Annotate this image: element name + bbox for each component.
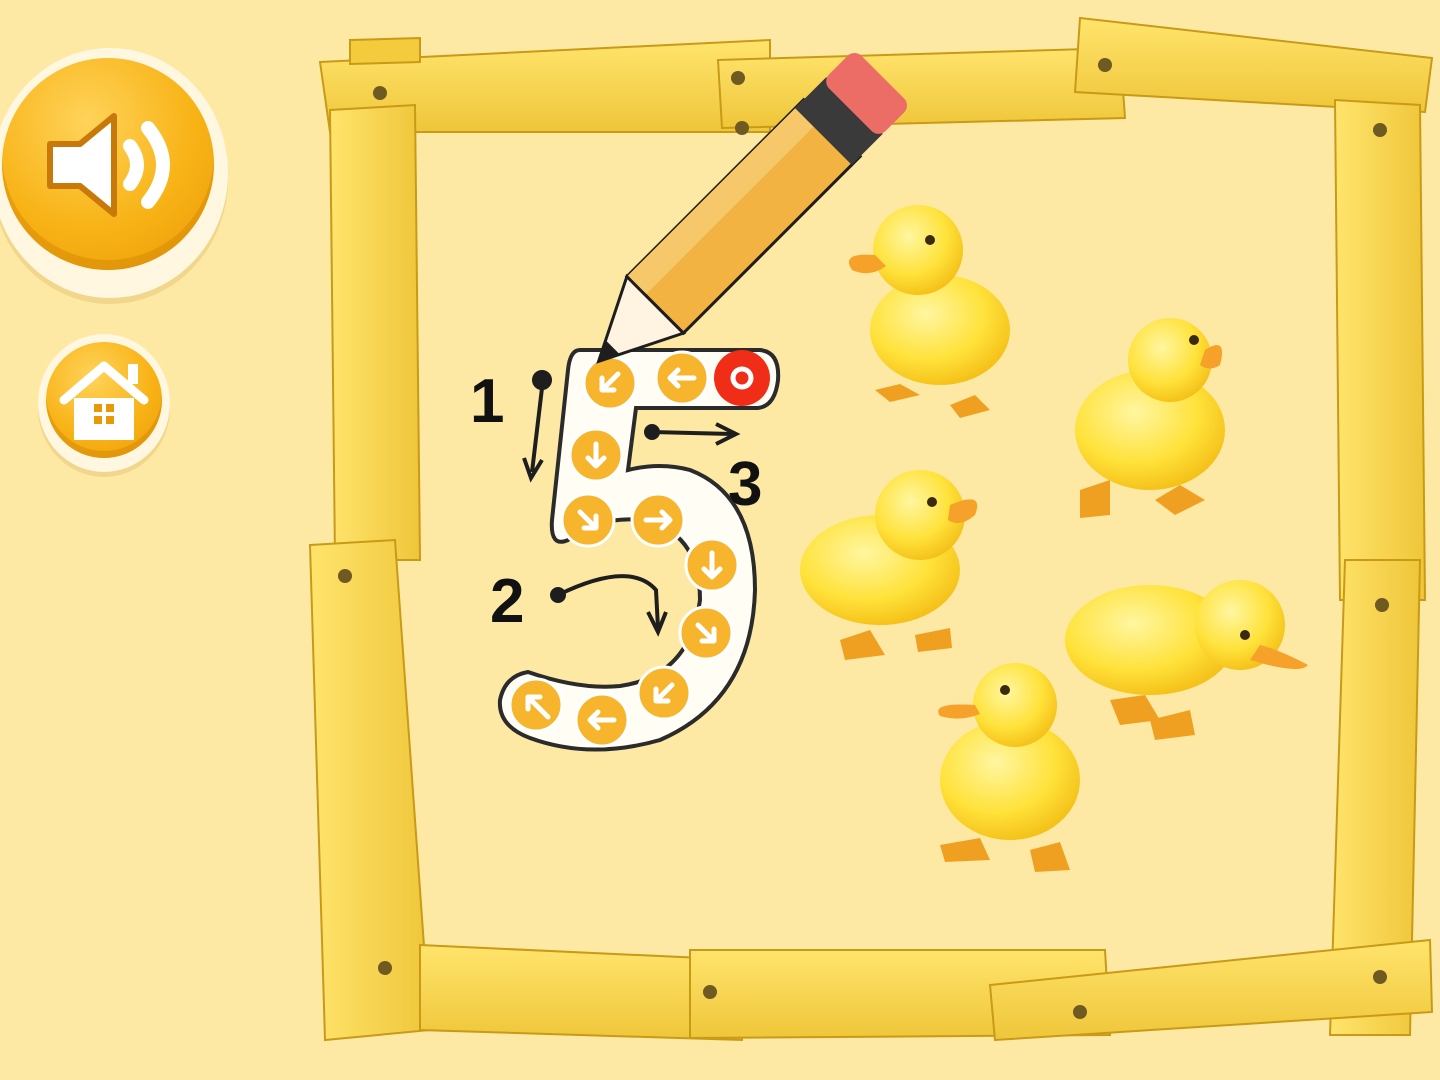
duckling-4 bbox=[1065, 580, 1308, 740]
house-icon bbox=[59, 361, 149, 440]
duckling-2 bbox=[1075, 318, 1225, 518]
home-button[interactable] bbox=[38, 334, 170, 472]
wooden-frame bbox=[308, 16, 1434, 1042]
duckling-1 bbox=[848, 205, 1010, 418]
sound-button-face bbox=[2, 58, 214, 270]
duckling-5 bbox=[938, 663, 1080, 872]
sound-button[interactable] bbox=[0, 48, 228, 298]
speaker-icon bbox=[47, 113, 170, 217]
digit-tracing-area[interactable] bbox=[495, 345, 785, 760]
home-button-face bbox=[46, 342, 162, 458]
pencil-icon bbox=[596, 53, 907, 364]
duckling-3 bbox=[800, 470, 978, 660]
